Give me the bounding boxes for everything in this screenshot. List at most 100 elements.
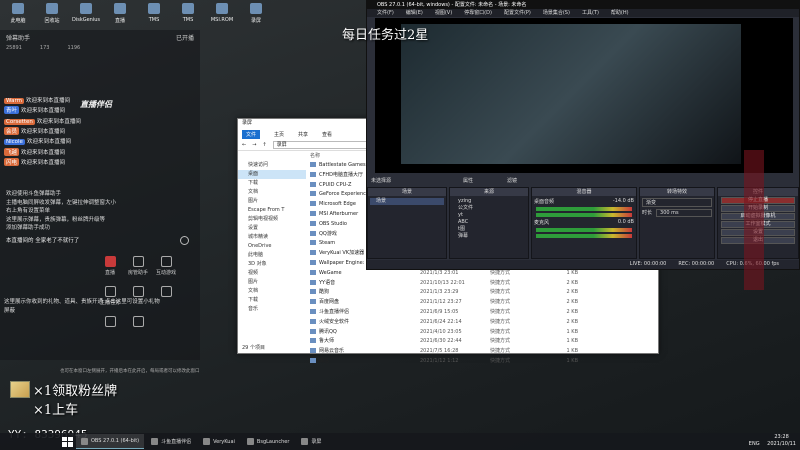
forward-arrow-icon[interactable]: → [252, 142, 256, 148]
file-row[interactable]: 鲁大师 2021/6/30 22:44 快捷方式 1 KB [308, 337, 658, 347]
file-row[interactable]: 酷狗 2021/1/3 23:29 快捷方式 2 KB [308, 288, 658, 298]
desktop-icon[interactable]: MSI.ROM [206, 0, 238, 30]
sidebar-item[interactable]: 3D 对象 [238, 260, 306, 269]
column-header-name[interactable]: 名称 [310, 152, 320, 159]
assistant-tool-button[interactable]: 直播 [96, 256, 124, 276]
ribbon-tab[interactable]: 文件 [242, 130, 261, 139]
file-row[interactable]: 微信 2021/1/12 1:12 快捷方式 1 KB [308, 357, 658, 367]
obs-menu-item[interactable]: 视图(V) [435, 9, 452, 17]
taskbar-app[interactable]: OBS 27.0.1 (64-bit) [76, 434, 145, 449]
desktop-icon[interactable]: 录屏 [240, 0, 272, 30]
sidebar-item[interactable]: 文档 [238, 287, 306, 296]
system-tray[interactable]: ENG 23:28 2021/10/11 [749, 434, 796, 448]
obs-menu-item[interactable]: 文件(F) [377, 9, 394, 17]
ribbon-tab[interactable]: 主页 [274, 131, 284, 138]
volume-meter[interactable] [536, 228, 632, 232]
obs-window[interactable]: OBS 27.0.1 (64-bit, windows) - 配置文件: 未命名… [366, 0, 800, 270]
sidebar-item[interactable]: 设置 [238, 224, 306, 233]
sidebar-item[interactable]: 图片 [238, 278, 306, 287]
assistant-tool-button[interactable]: 房管助手 [124, 256, 152, 276]
file-row[interactable]: 百度网盘 2021/1/12 23:27 快捷方式 2 KB [308, 298, 658, 308]
chat-username[interactable]: 闪电 [4, 157, 20, 166]
assistant-tool-button[interactable]: 互动游戏 [152, 256, 180, 276]
file-type: 快捷方式 [490, 279, 511, 286]
chat-username[interactable]: Nicole [4, 139, 25, 146]
obs-menu-item[interactable]: 场景集合(S) [543, 9, 570, 17]
chat-username[interactable]: Corsetten [4, 118, 35, 125]
volume-meter[interactable] [536, 207, 632, 211]
taskbar-app[interactable]: 斗鱼直播伴侣 [146, 434, 196, 449]
fan-overlay: ×1领取粉丝牌 ×1上车 [10, 380, 117, 418]
chat-username[interactable]: 会员 [4, 126, 20, 135]
transition-select[interactable]: 渐变 [642, 198, 712, 207]
taskbar-app-label: 斗鱼直播伴侣 [161, 439, 192, 445]
source-item[interactable]: t图 [452, 226, 526, 233]
source-item[interactable]: 公文件 [452, 205, 526, 212]
add-icon[interactable] [180, 236, 189, 245]
sidebar-item[interactable]: 下载 [238, 296, 306, 305]
taskbar-app[interactable]: BsgLauncher [242, 434, 294, 449]
file-row[interactable]: 火绒安全软件 2021/6/24 22:14 快捷方式 2 KB [308, 318, 658, 328]
chat-username[interactable]: Warm [4, 98, 24, 104]
language-indicator[interactable]: ENG [749, 441, 760, 447]
sidebar-item[interactable]: 音乐 [238, 305, 306, 314]
chat-username[interactable]: 飞越 [4, 147, 20, 156]
fan-line-text: ×1上车 [33, 403, 79, 418]
sidebar-item[interactable]: 城市精读 [238, 233, 306, 242]
sidebar-item[interactable]: 桌面 [238, 170, 306, 179]
duration-input[interactable]: 300 ms [656, 209, 712, 217]
obs-menu-item[interactable]: 工具(T) [582, 9, 599, 17]
start-button[interactable] [60, 435, 74, 449]
ribbon-tab[interactable]: 共享 [298, 131, 308, 138]
desktop-icon[interactable]: TMS [172, 0, 204, 30]
back-arrow-icon[interactable]: ← [242, 142, 246, 148]
obs-menu-item[interactable]: 帮助(H) [611, 9, 629, 17]
taskbar-app[interactable]: 录屏 [296, 434, 326, 449]
desktop-icon[interactable]: 此电脑 [2, 0, 34, 30]
assistant-tool-button[interactable] [96, 316, 124, 329]
file-row[interactable]: 斗鱼直播伴侣 2021/6/9 15:05 快捷方式 2 KB [308, 308, 658, 318]
sidebar-item[interactable]: 下载 [238, 179, 306, 188]
source-item[interactable]: yzing [452, 198, 526, 205]
file-row[interactable]: 腾讯QQ 2021/4/10 23:05 快捷方式 1 KB [308, 328, 658, 338]
assistant-tool-button[interactable] [124, 316, 152, 329]
mixer-channel-name: 桌面音频 [534, 199, 555, 205]
desktop-icon[interactable]: DiskGenius [70, 0, 102, 30]
chat-line: Nicole 欢迎来到本直播间 [4, 137, 71, 146]
sidebar-item[interactable]: 剪辑电视视频 [238, 215, 306, 224]
obs-menu-item[interactable]: 停靠窗口(D) [464, 9, 492, 17]
volume-meter[interactable] [536, 234, 632, 238]
sidebar-item[interactable]: 快速访问 [238, 161, 306, 170]
source-item[interactable]: 弹幕 [452, 233, 526, 240]
ribbon-tab[interactable]: 查看 [322, 131, 332, 138]
sidebar-item[interactable]: 图片 [238, 197, 306, 206]
file-row[interactable]: YY语音 2021/10/13 22:01 快捷方式 2 KB [308, 279, 658, 289]
volume-meter[interactable] [536, 213, 632, 217]
desktop-icon[interactable]: 直播 [104, 0, 136, 30]
assistant-logo: 直播伴侣 [80, 100, 112, 109]
scene-item[interactable]: 场景 [370, 198, 444, 205]
sidebar-item[interactable]: OneDrive [238, 242, 306, 251]
file-row[interactable]: WeGame 2021/1/3 23:01 快捷方式 1 KB [308, 269, 658, 279]
up-arrow-icon[interactable]: ↑ [262, 142, 266, 148]
source-item[interactable]: yt [452, 212, 526, 219]
obs-menu-item[interactable]: 编辑(E) [406, 9, 423, 17]
sidebar-item[interactable]: 此电脑 [238, 251, 306, 260]
file-type: 快捷方式 [490, 289, 511, 296]
sidebar-item[interactable]: Escape From T [238, 206, 306, 215]
desktop-icon[interactable]: 回收站 [36, 0, 68, 30]
filters-button[interactable]: 滤镜 [507, 177, 517, 184]
clock-date[interactable]: 2021/10/11 [767, 441, 796, 447]
clock-time[interactable]: 23:28 [774, 434, 788, 440]
background-red-glow [744, 150, 764, 290]
obs-menu-item[interactable]: 配置文件(P) [504, 9, 531, 17]
file-row[interactable]: 网易云音乐 2021/7/5 16:28 快捷方式 1 KB [308, 347, 658, 357]
properties-button[interactable]: 属性 [463, 177, 473, 184]
taskbar-app[interactable]: VeryKuai [198, 434, 240, 449]
sidebar-item[interactable]: 文档 [238, 188, 306, 197]
sidebar-item[interactable]: 视频 [238, 269, 306, 278]
obs-preview[interactable] [375, 18, 793, 173]
chat-username[interactable]: 青叶 [4, 106, 20, 115]
source-item[interactable]: ABC [452, 219, 526, 226]
desktop-icon[interactable]: TMS [138, 0, 170, 30]
